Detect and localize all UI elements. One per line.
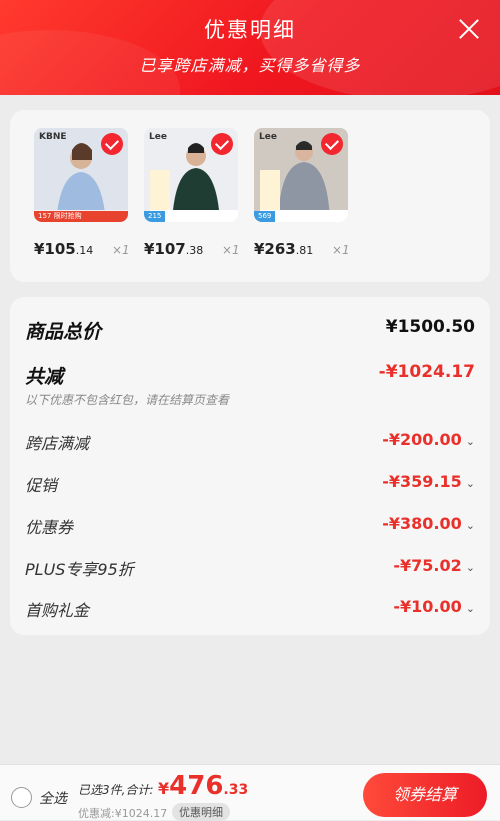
checkmark-icon[interactable] xyxy=(211,133,233,155)
discount-label: 优惠券 xyxy=(25,518,74,537)
product-list: KBNE 157 限时抢购 ¥105.14 ×1 Lee 215 ¥107.38… xyxy=(10,110,490,282)
discount-row[interactable]: 促销 -¥359.15 ⌄ xyxy=(25,472,475,495)
select-all-radio[interactable] xyxy=(11,787,32,808)
discount-row[interactable]: PLUS专享95折 -¥75.02 ⌄ xyxy=(25,556,475,579)
discount-value: -¥200.00 ⌄ xyxy=(382,430,475,449)
discount-label: PLUS专享95折 xyxy=(25,560,134,579)
discount-details: 商品总价 ¥1500.50 共减 -¥1024.17 以下优惠不包含红包，请在结… xyxy=(10,297,490,635)
product-brand: Lee xyxy=(149,132,167,142)
chevron-down-icon: ⌄ xyxy=(465,435,475,448)
discount-value: -¥75.02 ⌄ xyxy=(393,556,475,575)
discount-note: 以下优惠不包含红包，请在结算页查看 xyxy=(25,393,230,407)
discount-label: 跨店满减 xyxy=(25,434,90,453)
total-amount: ¥476.33 xyxy=(158,771,249,801)
discount-value: -¥380.00 ⌄ xyxy=(382,514,475,533)
product-brand: Lee xyxy=(259,132,277,142)
product-qty: ×1 xyxy=(332,243,350,257)
product-item[interactable]: KBNE 157 限时抢购 ¥105.14 ×1 xyxy=(34,128,130,258)
checkmark-icon[interactable] xyxy=(321,133,343,155)
chevron-down-icon: ⌄ xyxy=(465,519,475,532)
discount-row[interactable]: 首购礼金 -¥10.00 ⌄ xyxy=(25,597,475,620)
chevron-down-icon: ⌄ xyxy=(465,602,475,615)
product-brand: KBNE xyxy=(39,132,67,142)
checkmark-icon[interactable] xyxy=(101,133,123,155)
page-title: 优惠明细 xyxy=(204,18,296,42)
discount-label: 促销 xyxy=(25,476,58,495)
product-tag: 569 xyxy=(254,211,276,222)
discount-label: 首购礼金 xyxy=(25,601,90,620)
close-icon[interactable] xyxy=(458,18,480,40)
chevron-down-icon: ⌄ xyxy=(465,477,475,490)
discount-row[interactable]: 优惠券 -¥380.00 ⌄ xyxy=(25,514,475,537)
reduce-row: 共减 -¥1024.17 xyxy=(25,362,475,388)
checkout-bar: 全选 已选3件,合计: ¥476.33 优惠减:¥1024.17 优惠明细 领券… xyxy=(0,764,500,821)
total-price-row: 商品总价 ¥1500.50 xyxy=(25,317,475,343)
total-price-value: ¥1500.50 xyxy=(385,317,475,337)
selected-info: 已选3件,合计: xyxy=(78,783,154,797)
chevron-down-icon: ⌄ xyxy=(465,561,475,574)
product-image: Lee 215 xyxy=(144,128,238,222)
header-banner: 优惠明细 已享跨店满减，买得多省得多 xyxy=(0,0,500,95)
product-item[interactable]: Lee 215 ¥107.38 ×1 xyxy=(144,128,240,258)
product-image: KBNE 157 限时抢购 xyxy=(34,128,128,222)
product-image: Lee 569 xyxy=(254,128,348,222)
discount-value: -¥10.00 ⌄ xyxy=(393,597,475,616)
discount-row[interactable]: 跨店满减 -¥200.00 ⌄ xyxy=(25,430,475,453)
discount-value: -¥359.15 ⌄ xyxy=(382,472,475,491)
checkout-button[interactable]: 领券结算 xyxy=(363,773,487,817)
product-qty: ×1 xyxy=(112,243,130,257)
page-subtitle: 已享跨店满减，买得多省得多 xyxy=(139,56,361,75)
product-tag: 215 xyxy=(144,211,166,222)
total-price-label: 商品总价 xyxy=(25,321,102,343)
reduce-label: 共减 xyxy=(25,366,64,388)
discount-detail-button[interactable]: 优惠明细 xyxy=(172,803,230,821)
product-item[interactable]: Lee 569 ¥263.81 ×1 xyxy=(254,128,350,258)
product-tag: 157 限时抢购 xyxy=(34,211,128,222)
reduce-value: -¥1024.17 xyxy=(378,362,475,382)
select-all-label[interactable]: 全选 xyxy=(39,788,67,808)
product-qty: ×1 xyxy=(222,243,240,257)
